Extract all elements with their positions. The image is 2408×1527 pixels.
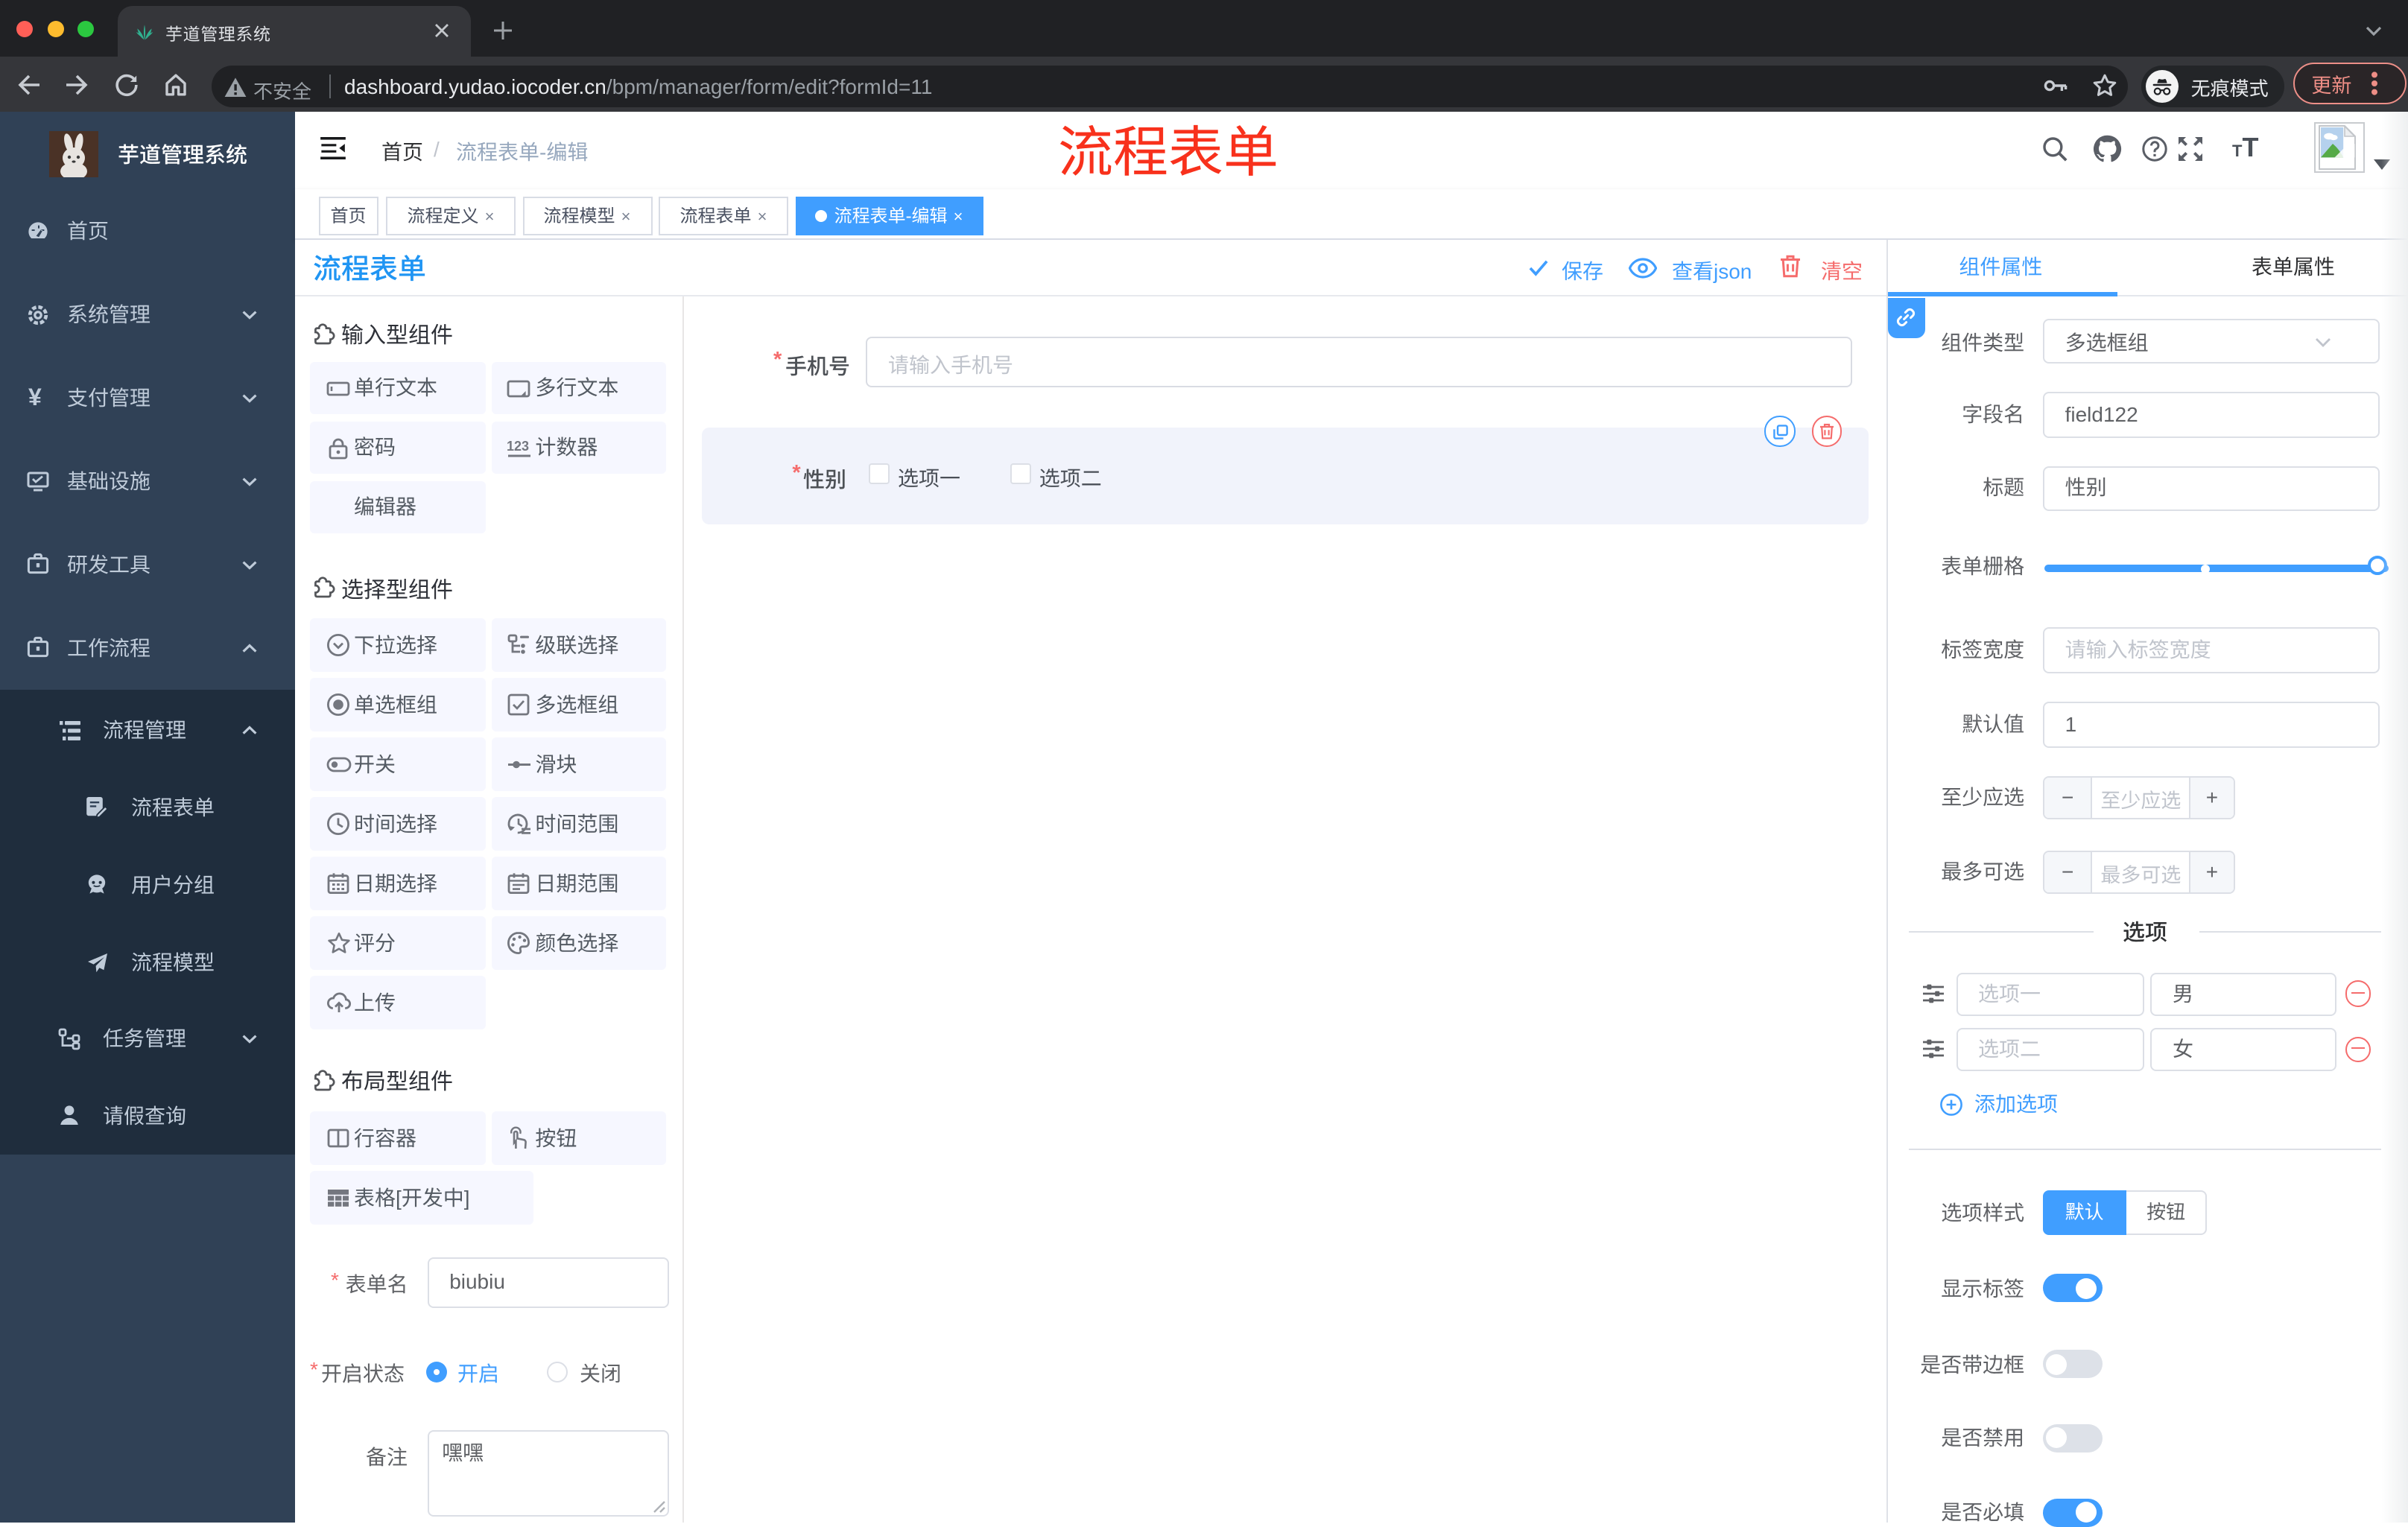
svg-text:123: 123 xyxy=(507,438,529,453)
